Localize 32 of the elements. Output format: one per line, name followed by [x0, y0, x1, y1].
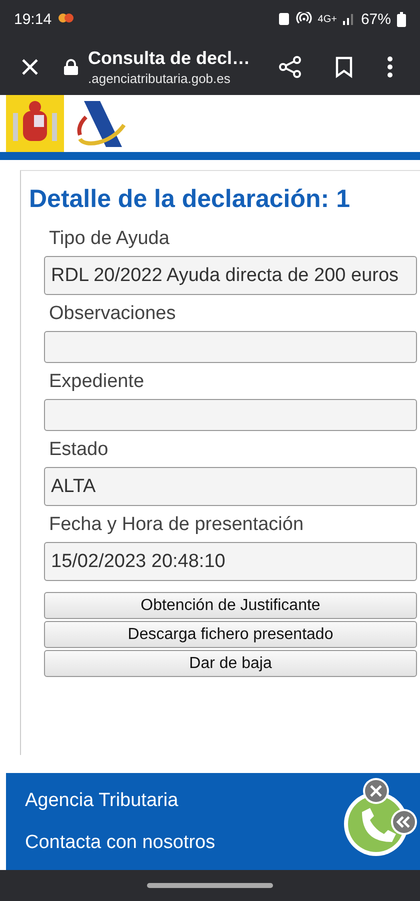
- battery-icon: [397, 12, 406, 26]
- action-button[interactable]: Dar de baja: [44, 650, 417, 677]
- read-only-field[interactable]: [44, 331, 417, 363]
- read-only-field[interactable]: 15/02/2023 20:48:10: [44, 542, 417, 581]
- clock: 19:14: [14, 10, 52, 28]
- action-button[interactable]: Descarga fichero presentado: [44, 621, 417, 648]
- field-label: Tipo de Ayuda: [48, 227, 170, 251]
- coat-of-arms-logo: [6, 95, 64, 152]
- read-only-field[interactable]: [44, 399, 417, 431]
- menu-icon: [387, 56, 393, 78]
- network-type: 4G+: [318, 14, 337, 24]
- footer-link[interactable]: Agencia Tributaria: [25, 790, 216, 812]
- bookmark-icon: [335, 56, 353, 78]
- page-url[interactable]: .agenciatributaria.gob.es: [88, 70, 270, 86]
- action-button[interactable]: Obtención de Justificante: [44, 592, 417, 619]
- close-icon: [21, 58, 39, 76]
- hotspot-icon: [296, 12, 312, 26]
- field-label: Expediente: [48, 370, 146, 394]
- footer-link[interactable]: Contacta con nosotros: [25, 832, 216, 854]
- read-only-field[interactable]: RDL 20/2022 Ayuda directa de 200 euros: [44, 256, 417, 295]
- read-only-field[interactable]: ALTA: [44, 467, 417, 506]
- lock-icon: [64, 58, 78, 74]
- signal-icon: [342, 13, 355, 25]
- field-label: Fecha y Hora de presentación: [48, 513, 305, 537]
- nfc-icon: [278, 12, 290, 26]
- chat-icon: [58, 13, 74, 25]
- field-label: Estado: [48, 438, 110, 462]
- battery-level: 67%: [360, 10, 391, 28]
- declaration-heading: Detalle de la declaración: 1: [29, 185, 351, 214]
- share-icon: [278, 54, 302, 78]
- field-label: Observaciones: [48, 302, 177, 326]
- page-title: Consulta de decl…: [88, 48, 252, 68]
